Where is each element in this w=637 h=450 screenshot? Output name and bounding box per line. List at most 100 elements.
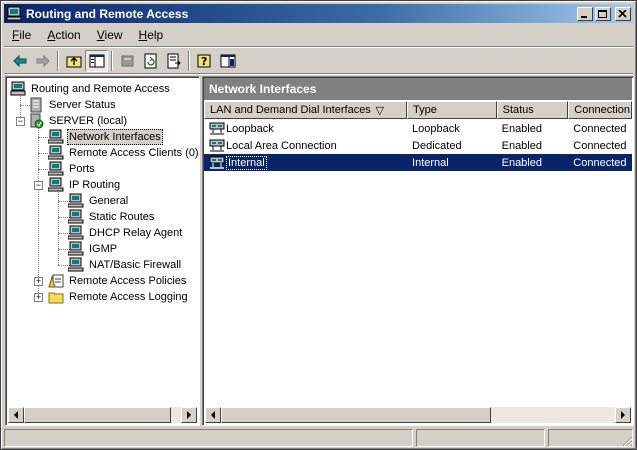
- interface-type: Dedicated: [412, 139, 462, 152]
- tree-item-ports[interactable]: Ports: [48, 161, 97, 177]
- interface-name: Internal: [226, 155, 267, 170]
- menu-action[interactable]: Action: [39, 28, 88, 42]
- status-panel-main: [4, 429, 413, 447]
- status-bar: [4, 429, 633, 447]
- forward-button[interactable]: [31, 50, 54, 72]
- export-list-icon: [167, 53, 181, 69]
- console-tree-pane[interactable]: − − + + Routing and Remote Access Server…: [5, 76, 200, 426]
- igmp-icon: [68, 241, 84, 256]
- interface-connection: Connected: [573, 156, 627, 169]
- tree-item-label: Ports: [69, 163, 95, 175]
- scroll-thumb[interactable]: [24, 407, 171, 423]
- up-one-level-button[interactable]: [62, 50, 85, 72]
- svg-text:?: ?: [201, 55, 207, 68]
- interface-status: Enabled: [501, 139, 542, 152]
- ip-routing-icon: [48, 177, 64, 192]
- tree-item-label: NAT/Basic Firewall: [89, 259, 182, 271]
- toolbar-separator: [111, 51, 113, 71]
- console-tree-icon: [220, 54, 235, 68]
- tree-item-label: IGMP: [89, 243, 118, 255]
- interface-name: Loopback: [226, 122, 274, 135]
- interface-name: Local Area Connection: [226, 139, 337, 152]
- details-horizontal-scrollbar[interactable]: [205, 407, 631, 423]
- column-header-label: Connection: [574, 104, 630, 116]
- general-icon: [68, 193, 84, 208]
- interface-connection: Connected: [573, 122, 627, 135]
- tree-item-server-status[interactable]: Server Status: [28, 97, 118, 113]
- tree-expand-logging[interactable]: +: [34, 293, 43, 302]
- export-list-button[interactable]: [162, 50, 185, 72]
- tree-item-remote-access-clients[interactable]: Remote Access Clients (0): [48, 145, 199, 161]
- scroll-track[interactable]: [24, 407, 181, 423]
- tree-item-root[interactable]: Routing and Remote Access: [10, 81, 172, 97]
- details-pane[interactable]: Network Interfaces LAN and Demand Dial I…: [202, 76, 634, 426]
- help-icon: ?: [197, 54, 210, 68]
- folder-icon: [48, 292, 64, 304]
- tree-item-ip-routing[interactable]: IP Routing: [48, 177, 122, 193]
- menu-help-hotkey: H: [138, 28, 148, 42]
- column-header-interfaces[interactable]: LAN and Demand Dial Interfaces ▽: [204, 101, 408, 119]
- interface-name-cell: Local Area Connection: [204, 138, 407, 154]
- tree-horizontal-scrollbar[interactable]: [8, 407, 197, 423]
- column-header-label: Status: [502, 104, 534, 116]
- menu-view[interactable]: View: [89, 28, 131, 42]
- arrow-right-icon: [187, 411, 191, 419]
- list-item-selected[interactable]: Internal Internal Enabled Connected: [204, 154, 632, 171]
- properties-button[interactable]: [116, 50, 139, 72]
- console-tree-button[interactable]: [216, 50, 239, 72]
- tree-item-network-interfaces[interactable]: Network Interfaces: [48, 129, 163, 145]
- back-button[interactable]: [8, 50, 31, 72]
- scroll-right-button[interactable]: [615, 407, 631, 423]
- interfaces-list: Loopback Loopback Enabled Connected Loca…: [204, 120, 632, 171]
- tree-item-label: Remote Access Clients (0): [69, 147, 199, 159]
- list-item[interactable]: Local Area Connection Dedicated Enabled …: [204, 137, 632, 154]
- scroll-right-button[interactable]: [181, 407, 197, 423]
- list-item[interactable]: Loopback Loopback Enabled Connected: [204, 120, 632, 137]
- close-button[interactable]: [615, 6, 631, 21]
- tree-item-server[interactable]: SERVER (local): [28, 113, 129, 129]
- menu-view-label: iew: [104, 28, 123, 42]
- tree-item-label: DHCP Relay Agent: [89, 227, 183, 239]
- tree-collapse-ip-routing[interactable]: −: [34, 181, 43, 190]
- column-header-connection[interactable]: Connection: [568, 101, 632, 119]
- minimize-button[interactable]: [577, 6, 593, 21]
- tree-collapse-server[interactable]: −: [16, 117, 25, 126]
- refresh-button[interactable]: [139, 50, 162, 72]
- details-pane-title: Network Interfaces: [204, 78, 632, 100]
- toolbar-separator: [57, 51, 59, 71]
- tree-item-dhcp-relay-agent[interactable]: DHCP Relay Agent: [68, 225, 184, 241]
- tree-item-remote-access-logging[interactable]: Remote Access Logging: [48, 289, 190, 305]
- column-header-type[interactable]: Type: [407, 101, 497, 119]
- column-headers: LAN and Demand Dial Interfaces ▽ Type St…: [204, 101, 632, 119]
- resize-grip-icon[interactable]: [621, 435, 633, 447]
- remote-access-clients-icon: [48, 145, 64, 160]
- scroll-thumb[interactable]: [221, 407, 491, 423]
- menu-help[interactable]: Help: [131, 28, 172, 42]
- tree-item-label: Network Interfaces: [67, 129, 163, 145]
- menu-file[interactable]: File: [4, 28, 39, 42]
- tree-item-static-routes[interactable]: Static Routes: [68, 209, 156, 225]
- tree-item-general[interactable]: General: [68, 193, 130, 209]
- menu-help-label: elp: [147, 28, 164, 42]
- tree-item-igmp[interactable]: IGMP: [68, 241, 119, 257]
- status-panel-secondary: [416, 429, 545, 447]
- help-button[interactable]: ?: [193, 50, 216, 72]
- tree-item-remote-access-policies[interactable]: Remote Access Policies: [48, 273, 188, 289]
- tree-item-nat-firewall[interactable]: NAT/Basic Firewall: [68, 257, 183, 273]
- nat-firewall-icon: [68, 257, 84, 272]
- scroll-left-button[interactable]: [8, 407, 24, 423]
- arrow-left-icon: [14, 411, 18, 419]
- refresh-icon: [144, 53, 156, 69]
- server-icon: [30, 113, 44, 129]
- scroll-track[interactable]: [221, 407, 615, 423]
- tree-expand-policies[interactable]: +: [34, 277, 43, 286]
- column-header-label: Type: [413, 104, 437, 116]
- dhcp-relay-agent-icon: [68, 225, 84, 240]
- scroll-left-button[interactable]: [205, 407, 221, 423]
- column-header-status[interactable]: Status: [496, 101, 569, 119]
- title-bar[interactable]: Routing and Remote Access: [4, 4, 633, 23]
- maximize-button[interactable]: [595, 6, 611, 21]
- ports-icon: [48, 161, 64, 176]
- show-hide-tree-button[interactable]: [85, 50, 108, 72]
- tree-item-label: Remote Access Logging: [69, 291, 188, 303]
